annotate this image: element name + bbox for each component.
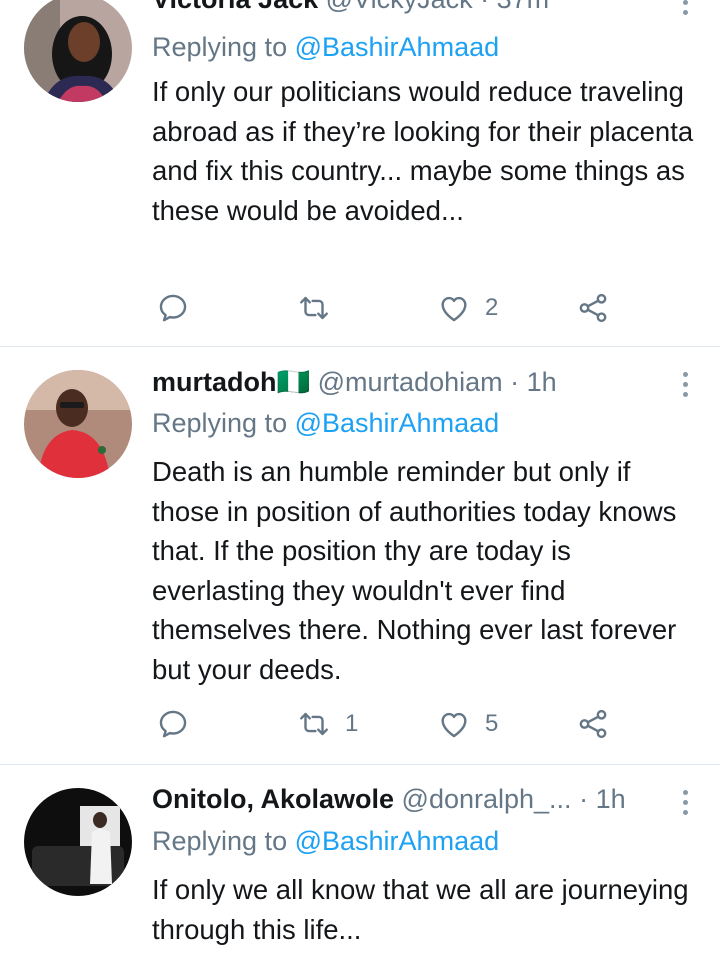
tweet-header: Onitolo, Akolawole @donralph_... · 1h xyxy=(152,784,660,815)
handle[interactable]: @VickyJack xyxy=(326,0,473,14)
share-button[interactable] xyxy=(576,704,610,744)
replying-to-label: Replying to xyxy=(152,408,288,438)
handle[interactable]: @murtadohiam xyxy=(318,367,503,397)
retweet-icon xyxy=(297,707,331,741)
tweet-2[interactable]: murtadoh🇳🇬 @murtadohiam · 1h Replying to… xyxy=(0,346,720,765)
tweet-text: If only our politicians would reduce tra… xyxy=(152,76,694,226)
like-icon xyxy=(437,291,471,325)
share-icon xyxy=(576,291,610,325)
separator: · xyxy=(579,784,589,814)
avatar[interactable] xyxy=(24,0,132,102)
like-count: 5 xyxy=(485,710,499,737)
like-icon xyxy=(437,707,471,741)
separator: · xyxy=(510,367,520,397)
separator: · xyxy=(480,0,489,14)
mention-link[interactable]: @BashirAhmaad xyxy=(295,32,500,62)
share-icon xyxy=(576,707,610,741)
timestamp[interactable]: 1h xyxy=(527,367,557,397)
tweet-text: Death is an humble reminder but only if … xyxy=(152,456,677,685)
mention-link[interactable]: @BashirAhmaad xyxy=(295,408,500,438)
mention-link[interactable]: @BashirAhmaad xyxy=(295,826,500,856)
display-name[interactable]: Victoria Jack xyxy=(152,0,318,14)
tweet-header: murtadoh🇳🇬 @murtadohiam · 1h xyxy=(152,366,660,398)
replying-to: Replying to @BashirAhmaad xyxy=(152,32,499,63)
handle[interactable]: @donralph_... xyxy=(402,784,572,814)
reply-button[interactable] xyxy=(156,704,204,744)
replying-to-label: Replying to xyxy=(152,32,288,62)
share-button[interactable] xyxy=(576,288,610,328)
display-name[interactable]: murtadoh🇳🇬 xyxy=(152,367,310,397)
tweet-actions: 2 xyxy=(152,288,632,328)
more-options-icon[interactable] xyxy=(680,0,690,20)
like-count: 2 xyxy=(485,294,499,321)
tweet-actions: 1 5 xyxy=(152,704,632,744)
reply-icon xyxy=(156,707,190,741)
avatar[interactable] xyxy=(24,370,132,478)
tweet-1[interactable]: Victoria Jack @VickyJack · 37m Replying … xyxy=(0,0,720,347)
tweet-text: If only we all know that we all are jour… xyxy=(152,874,689,945)
display-name[interactable]: Onitolo, Akolawole xyxy=(152,784,394,814)
more-options-icon[interactable] xyxy=(680,368,690,402)
replying-to: Replying to @BashirAhmaad xyxy=(152,826,499,857)
like-button[interactable]: 5 xyxy=(437,704,498,744)
more-options-icon[interactable] xyxy=(680,786,690,820)
retweet-count: 1 xyxy=(345,710,359,737)
retweet-button[interactable] xyxy=(297,288,345,328)
reply-icon xyxy=(156,291,190,325)
reply-button[interactable] xyxy=(156,288,204,328)
retweet-button[interactable]: 1 xyxy=(297,704,358,744)
retweet-icon xyxy=(297,291,331,325)
like-button[interactable]: 2 xyxy=(437,288,498,328)
timestamp[interactable]: 1h xyxy=(596,784,626,814)
tweet-3[interactable]: Onitolo, Akolawole @donralph_... · 1h Re… xyxy=(0,764,720,969)
tweet-header: Victoria Jack @VickyJack · 37m xyxy=(152,0,660,15)
avatar[interactable] xyxy=(24,788,132,896)
replying-to: Replying to @BashirAhmaad xyxy=(152,408,499,439)
replying-to-label: Replying to xyxy=(152,826,288,856)
timestamp[interactable]: 37m xyxy=(497,0,550,14)
